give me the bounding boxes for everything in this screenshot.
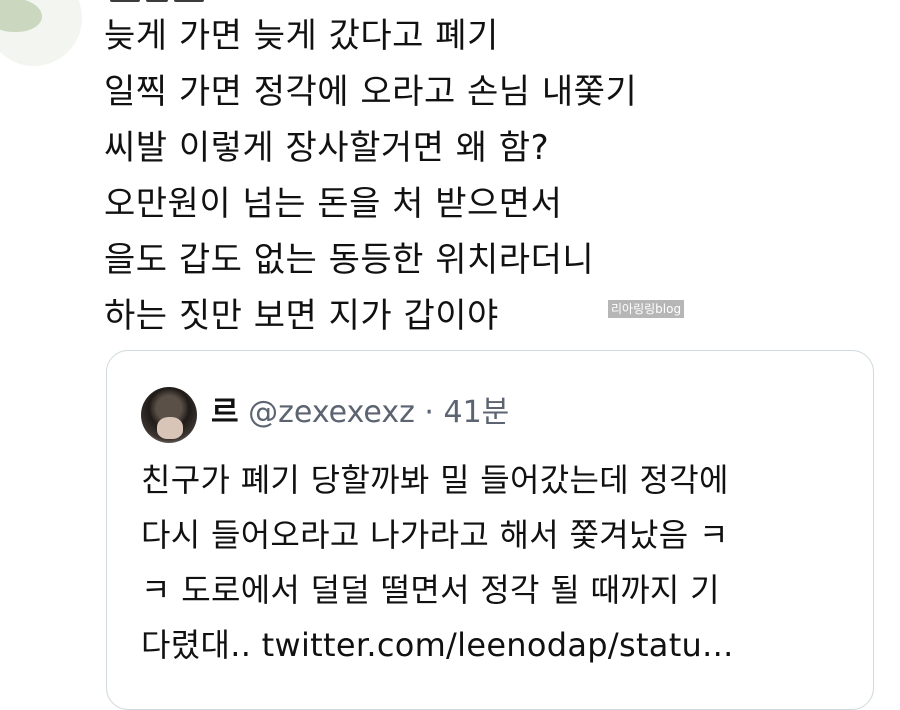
author-name-cropped	[110, 0, 230, 6]
tweet-text: 늦게 가면 늦게 갔다고 폐기 일찍 가면 정각에 오라고 손님 내쫓기 씨발 …	[104, 8, 844, 344]
quote-author-name[interactable]: 르	[211, 395, 239, 430]
quote-author-avatar[interactable]	[141, 387, 197, 443]
tweet-line: 늦게 가면 늦게 갔다고 폐기	[104, 16, 499, 56]
quote-body: 친구가 폐기 당할까봐 밀 들어갔는데 정각에 다시 들어오라고 나가라고 해서…	[141, 453, 861, 673]
quote-line: 다렸대.. twitter.com/leenodap/statu...	[141, 626, 734, 664]
author-avatar[interactable]	[0, 0, 82, 66]
tweet-line: 을도 갑도 없는 동등한 위치라더니	[104, 240, 595, 280]
tweet-line: 하는 짓만 보면 지가 갑이야	[104, 296, 499, 336]
quote-timestamp[interactable]: 41분	[444, 395, 510, 430]
quote-line: 다시 들어오라고 나가라고 해서 쫓겨났음 ㅋ	[141, 516, 729, 554]
separator-dot: ·	[424, 395, 434, 430]
quote-line: 친구가 폐기 당할까봐 밀 들어갔는데 정각에	[141, 461, 729, 499]
tweet-line: 오만원이 넘는 돈을 처 받으면서	[104, 184, 563, 224]
tweet-line: 씨발 이렇게 장사할거면 왜 함?	[104, 128, 550, 168]
quote-header: 르 @zexexexz · 41분	[211, 389, 509, 437]
quote-line: ㅋ 도로에서 덜덜 떨면서 정각 될 때까지 기	[141, 571, 720, 609]
quote-tweet-card[interactable]: 르 @zexexexz · 41분 친구가 폐기 당할까봐 밀 들어갔는데 정각…	[106, 350, 874, 710]
avatar-graphic	[0, 0, 42, 32]
tweet-line: 일찍 가면 정각에 오라고 손님 내쫓기	[104, 72, 638, 112]
watermark: 리아링링blog	[608, 300, 685, 318]
quote-author-handle[interactable]: @zexexexz	[248, 395, 415, 430]
